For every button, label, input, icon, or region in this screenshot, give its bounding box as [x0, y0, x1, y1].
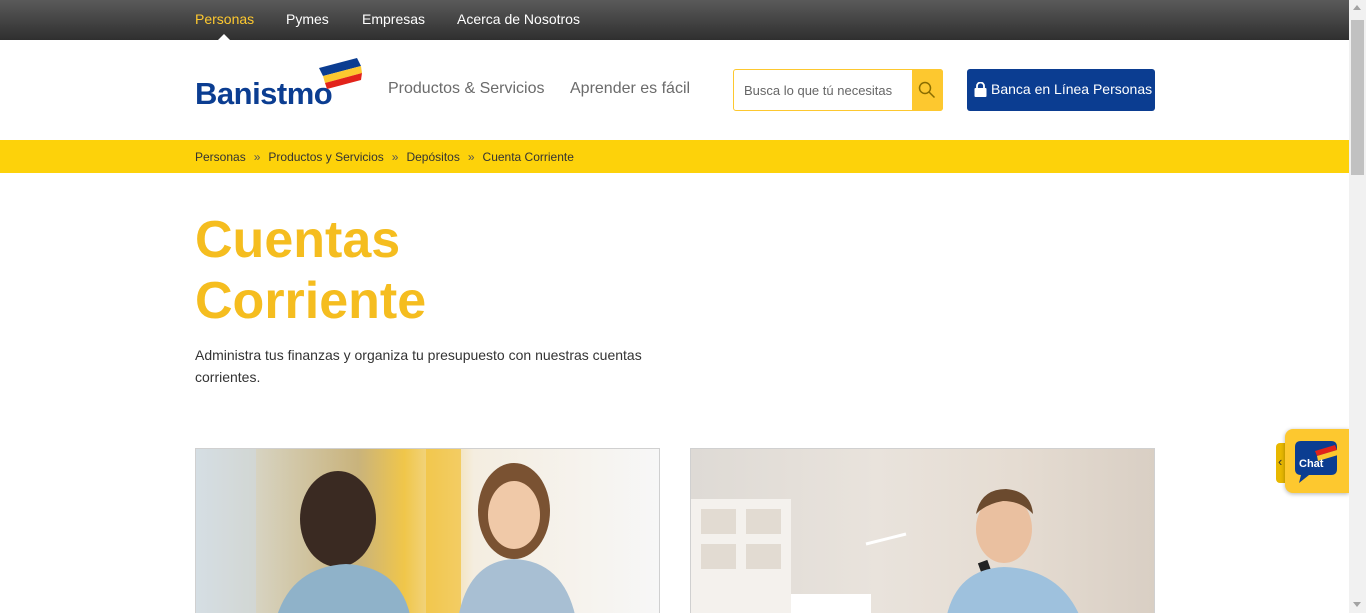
breadcrumb-separator: » [253, 150, 261, 164]
nav-aprender-es-facil[interactable]: Aprender es fácil [570, 80, 690, 98]
page-title-line1: Cuentas [195, 211, 401, 269]
site-header: Banistmo Productos & Servicios Aprender … [0, 40, 1349, 140]
breadcrumb-personas[interactable]: Personas [195, 150, 246, 164]
search-input[interactable] [744, 80, 909, 100]
breadcrumb-separator: » [391, 150, 399, 164]
breadcrumb: Personas » Productos y Servicios » Depósitos… [195, 150, 574, 164]
chat-label: Chat [1299, 458, 1324, 470]
banca-en-linea-label: Banca en Línea Personas [991, 81, 1153, 97]
product-card-image-couple[interactable] [195, 448, 660, 613]
breadcrumb-productos-servicios[interactable]: Productos y Servicios [268, 150, 383, 164]
search-box [733, 69, 943, 111]
top-nav-empresas[interactable]: Empresas [362, 11, 425, 27]
banistmo-logo[interactable]: Banistmo [195, 58, 365, 111]
man-on-phone-photo [691, 489, 1079, 613]
breadcrumb-current: Cuenta Corriente [482, 150, 574, 164]
top-nav-pymes[interactable]: Pymes [286, 11, 329, 27]
lock-icon [974, 82, 987, 97]
scroll-up-arrow-icon[interactable] [1353, 5, 1361, 10]
logo-text: Banistmo [195, 76, 333, 111]
page-scrollbar[interactable] [1349, 0, 1366, 613]
search-button[interactable] [912, 69, 943, 111]
logo-flag-icon [319, 58, 362, 89]
chat-button[interactable]: Chat [1285, 429, 1349, 493]
page-title: Cuentas Corriente [195, 210, 426, 332]
couple-photo [196, 449, 575, 613]
scrollbar-thumb[interactable] [1351, 20, 1364, 175]
top-nav-bar: Personas Pymes Empresas Acerca de Nosotr… [0, 0, 1349, 40]
chevron-left-icon: ‹ [1278, 454, 1283, 469]
search-icon [918, 81, 936, 99]
top-nav-personas[interactable]: Personas [195, 11, 254, 27]
scroll-down-arrow-icon[interactable] [1353, 602, 1361, 607]
breadcrumb-separator: » [467, 150, 475, 164]
breadcrumb-depositos[interactable]: Depósitos [406, 150, 459, 164]
page-description: Administra tus finanzas y organiza tu pr… [195, 347, 642, 385]
nav-productos-servicios[interactable]: Productos & Servicios [388, 80, 545, 98]
chat-bubble-icon: Chat [1295, 441, 1338, 483]
banca-en-linea-button[interactable]: Banca en Línea Personas [967, 69, 1155, 111]
page-title-line2: Corriente [195, 272, 427, 330]
product-card-image-man-phone[interactable] [690, 448, 1155, 613]
breadcrumb-bar: Personas » Productos y Servicios » Depósitos… [0, 140, 1349, 173]
top-nav-acerca[interactable]: Acerca de Nosotros [457, 11, 580, 27]
